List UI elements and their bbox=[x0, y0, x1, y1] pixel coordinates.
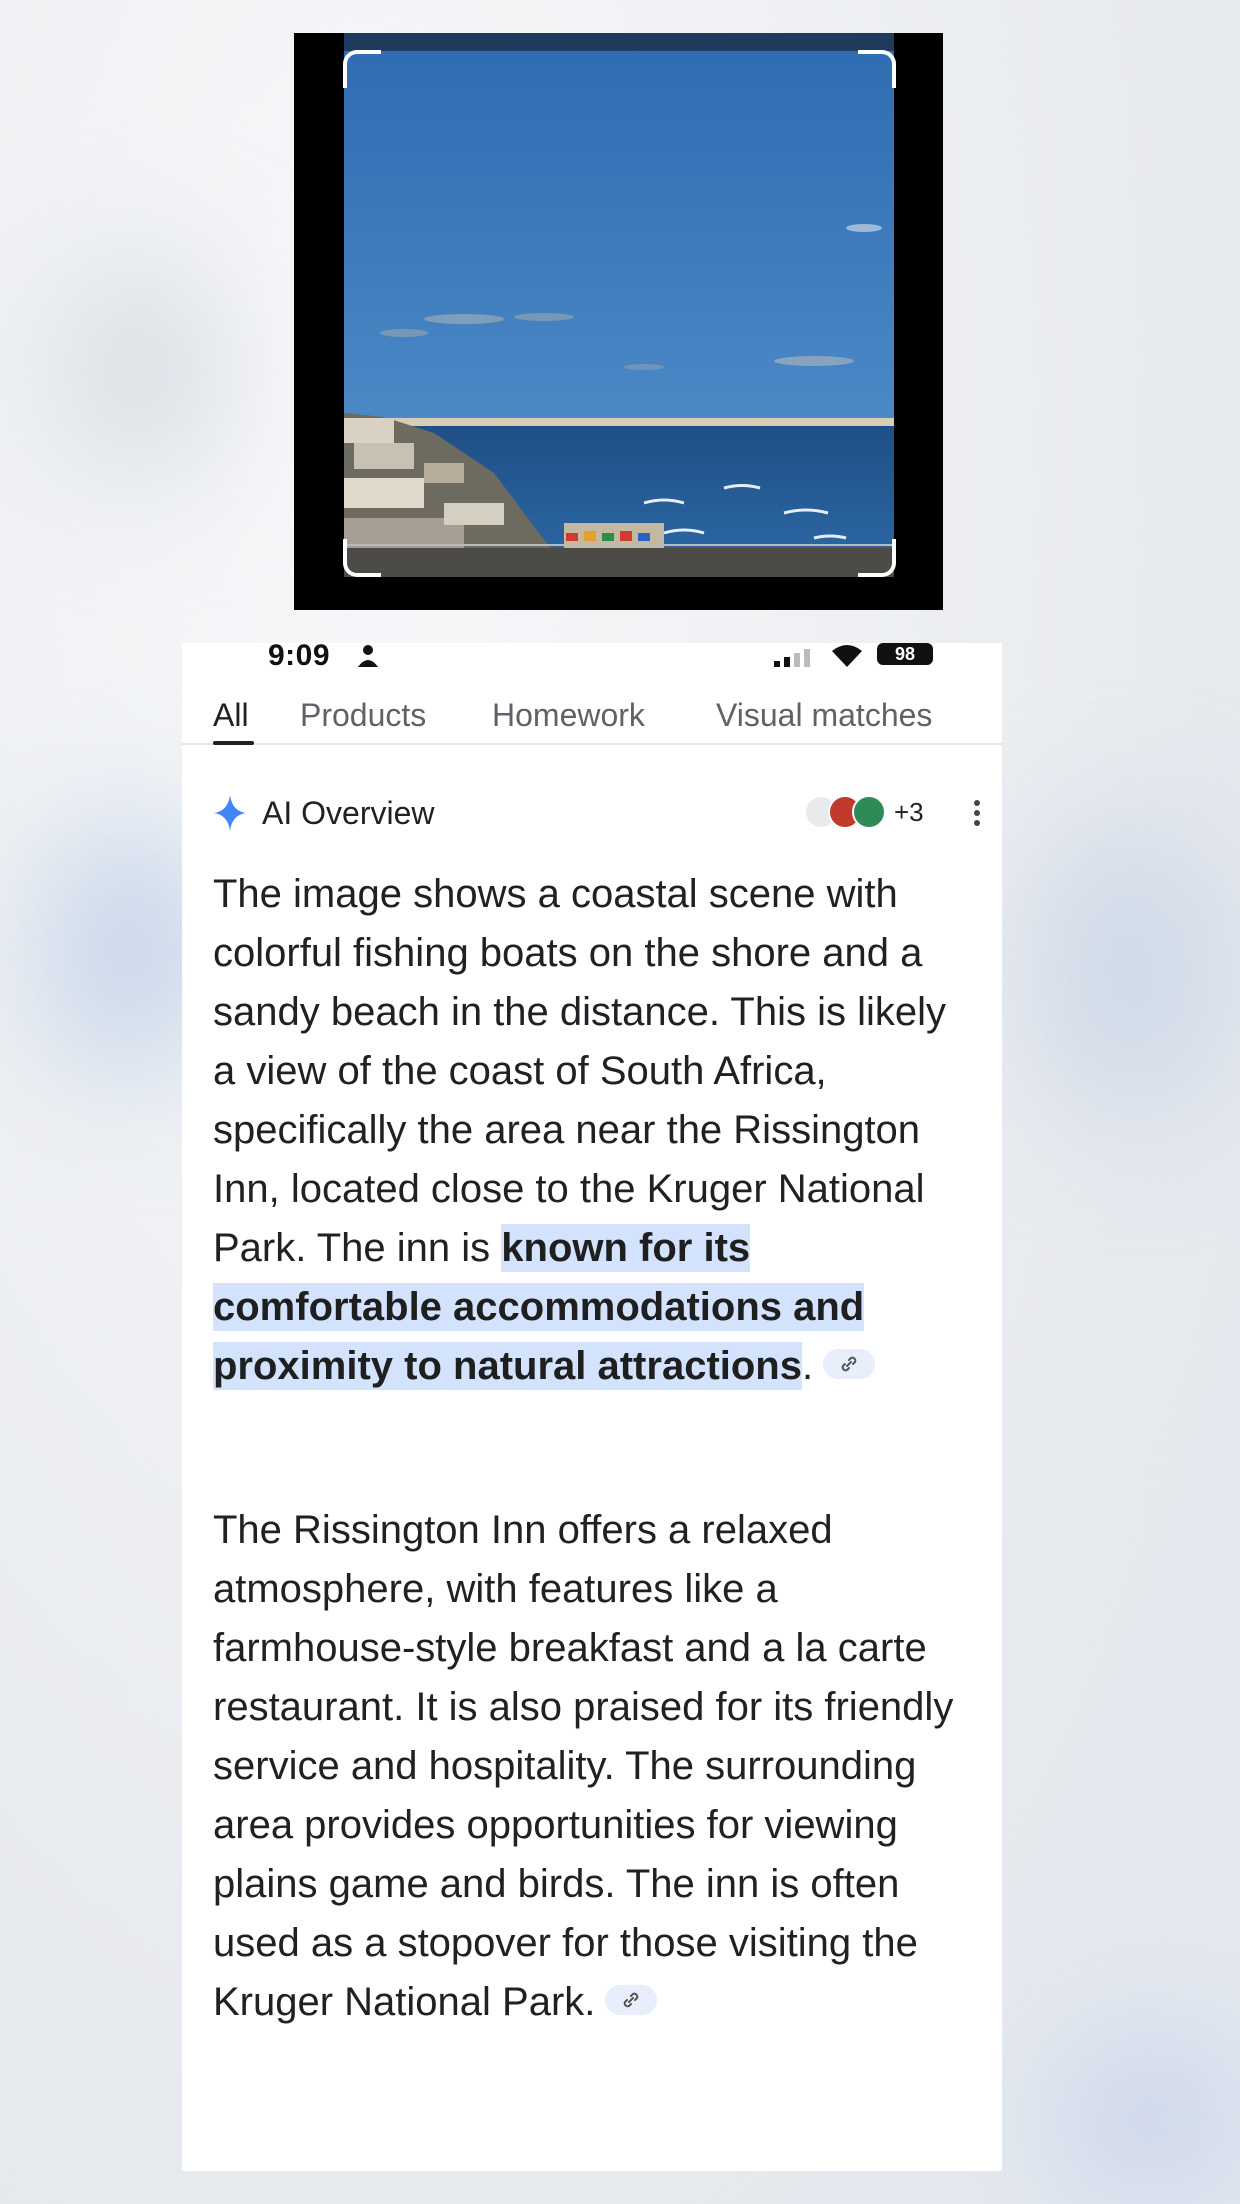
search-tabs: All Products Homework Visual matches bbox=[182, 683, 1002, 745]
more-vert-icon[interactable] bbox=[972, 797, 982, 829]
tab-homework[interactable]: Homework bbox=[492, 697, 645, 734]
wifi-icon bbox=[832, 645, 862, 667]
ai-overview-title: AI Overview bbox=[262, 795, 435, 831]
link-icon bbox=[624, 1993, 639, 2008]
active-tab-indicator bbox=[213, 741, 254, 745]
citation-link-button[interactable] bbox=[823, 1349, 876, 1380]
crop-corner-top-left[interactable] bbox=[343, 50, 381, 88]
signal-icon bbox=[774, 649, 810, 667]
paragraph-1-end: . bbox=[801, 1344, 814, 1388]
person-icon bbox=[358, 645, 378, 667]
source-favicon bbox=[852, 795, 886, 829]
tab-visual-matches[interactable]: Visual matches bbox=[716, 697, 932, 734]
source-favicons[interactable]: +3 bbox=[804, 793, 924, 833]
status-bar: 9:09 98 bbox=[182, 643, 1002, 672]
results-panel: 9:09 98 All Products Homework Visual mat… bbox=[182, 643, 1002, 2171]
crop-corner-bottom-left[interactable] bbox=[343, 539, 381, 577]
crop-corner-top-right[interactable] bbox=[858, 50, 896, 88]
tab-all[interactable]: All bbox=[213, 697, 249, 734]
battery-indicator: 98 bbox=[877, 643, 933, 665]
paragraph-2-text: The Rissington Inn offers a relaxed atmo… bbox=[213, 1508, 954, 2024]
crop-corner-bottom-right[interactable] bbox=[858, 539, 896, 577]
coastal-photo bbox=[344, 33, 894, 577]
tab-products[interactable]: Products bbox=[300, 697, 426, 734]
search-image-card[interactable] bbox=[294, 33, 943, 610]
ai-overview-paragraph-2: The Rissington Inn offers a relaxed atmo… bbox=[213, 1501, 973, 2032]
source-more-count: +3 bbox=[894, 797, 924, 827]
status-time: 9:09 bbox=[268, 643, 331, 672]
link-icon bbox=[841, 1357, 857, 1372]
paragraph-1-text: The image shows a coastal scene with col… bbox=[213, 872, 946, 1270]
ai-overview-header: AI Overview +3 bbox=[212, 793, 980, 833]
sparkle-icon bbox=[214, 795, 246, 831]
ai-overview-paragraph-1: The image shows a coastal scene with col… bbox=[213, 865, 973, 1396]
citation-link-button[interactable] bbox=[605, 1985, 658, 2016]
